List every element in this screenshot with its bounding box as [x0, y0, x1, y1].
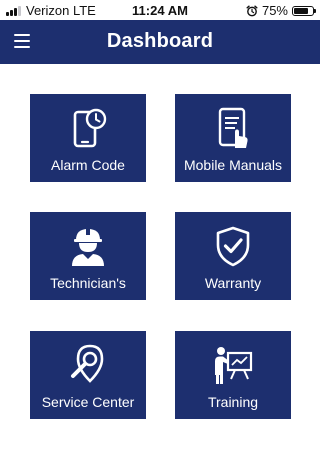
tablet-touch-icon — [218, 107, 248, 148]
tile-label: Service Center — [41, 394, 135, 410]
tile-service-center[interactable]: Service Center — [30, 331, 146, 419]
alarm-clock-icon — [246, 5, 258, 16]
tile-alarm-code[interactable]: Alarm Code — [30, 94, 146, 182]
tile-label: Mobile Manuals — [183, 157, 283, 173]
shield-check-icon — [216, 226, 250, 267]
tile-label: Technician's — [50, 275, 126, 291]
page-title: Dashboard — [106, 30, 214, 52]
battery-percent: 75% — [261, 3, 288, 18]
presentation-icon — [215, 347, 253, 384]
tile-training[interactable]: Training — [175, 331, 291, 419]
technician-icon — [72, 229, 104, 266]
tile-label: Training — [207, 394, 259, 410]
tile-mobile-manuals[interactable]: Mobile Manuals — [175, 94, 291, 182]
tile-technicians[interactable]: Technician's — [30, 212, 146, 300]
status-right: 75% — [246, 3, 316, 18]
tile-label: Warranty — [204, 275, 262, 291]
tile-warranty[interactable]: Warranty — [175, 212, 291, 300]
phone-clock-icon — [73, 108, 107, 148]
app-header: Dashboard — [0, 20, 320, 64]
tile-label: Alarm Code — [51, 157, 125, 173]
battery-icon — [292, 5, 316, 16]
status-bar: Verizon LTE 11:24 AM 75% — [0, 0, 320, 20]
location-search-icon — [71, 344, 104, 383]
